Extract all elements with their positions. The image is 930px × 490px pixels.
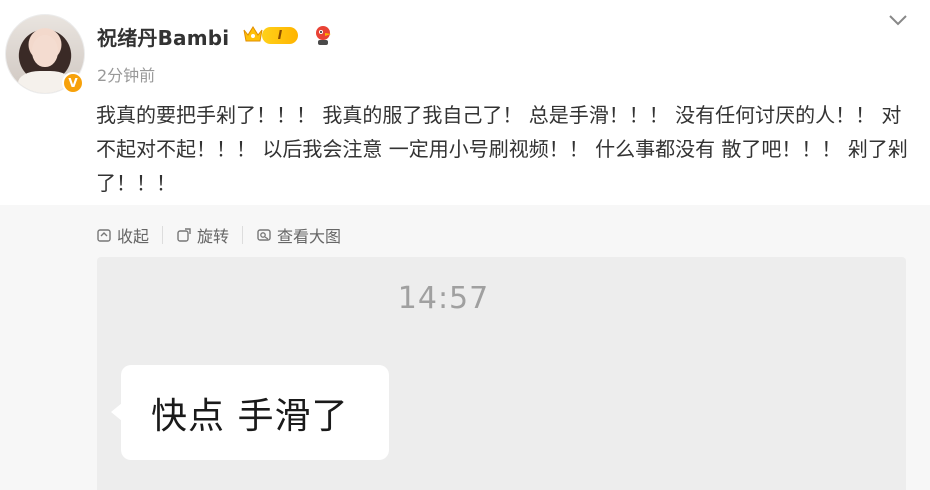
view-large-label: 查看大图 (277, 227, 342, 246)
post-text: 我真的要把手剁了！！！ 我真的服了我自己了！ 总是手滑！！！ 没有任何讨厌的人！… (96, 103, 908, 195)
chat-timestamp: 14:57 (397, 281, 490, 316)
rotate-icon (177, 228, 191, 242)
toolbar-divider (162, 226, 164, 244)
verified-badge-icon: V (62, 72, 84, 94)
crown-icon (243, 26, 263, 42)
post-header: V 祝绪丹Bambi I 2分钟前 我真的要把手剁了！！！ 我真的服了我自己了！… (0, 0, 930, 205)
chevron-down-icon[interactable] (887, 10, 909, 30)
rotate-label: 旋转 (197, 227, 230, 246)
image-toolbar: 收起 旋转 查看大图 (96, 220, 341, 250)
collapse-button[interactable]: 收起 (96, 223, 149, 247)
rotate-button[interactable]: 旋转 (176, 223, 229, 247)
post-timestamp[interactable]: 2分钟前 (97, 62, 155, 86)
weibo-bird-icon (316, 26, 331, 45)
collapse-label: 收起 (117, 227, 150, 246)
post-image[interactable]: 14:57 快点 手滑了 (97, 257, 906, 490)
view-large-icon (257, 229, 271, 241)
level-badge: I (262, 27, 298, 44)
collapse-icon (97, 229, 111, 242)
chat-bubble-text: 快点 手滑了 (151, 396, 349, 437)
toolbar-divider (242, 226, 244, 244)
chat-bubble: 快点 手滑了 (111, 365, 389, 460)
view-large-button[interactable]: 查看大图 (256, 223, 341, 247)
username[interactable]: 祝绪丹Bambi (97, 22, 229, 51)
avatar[interactable]: V (5, 14, 85, 94)
